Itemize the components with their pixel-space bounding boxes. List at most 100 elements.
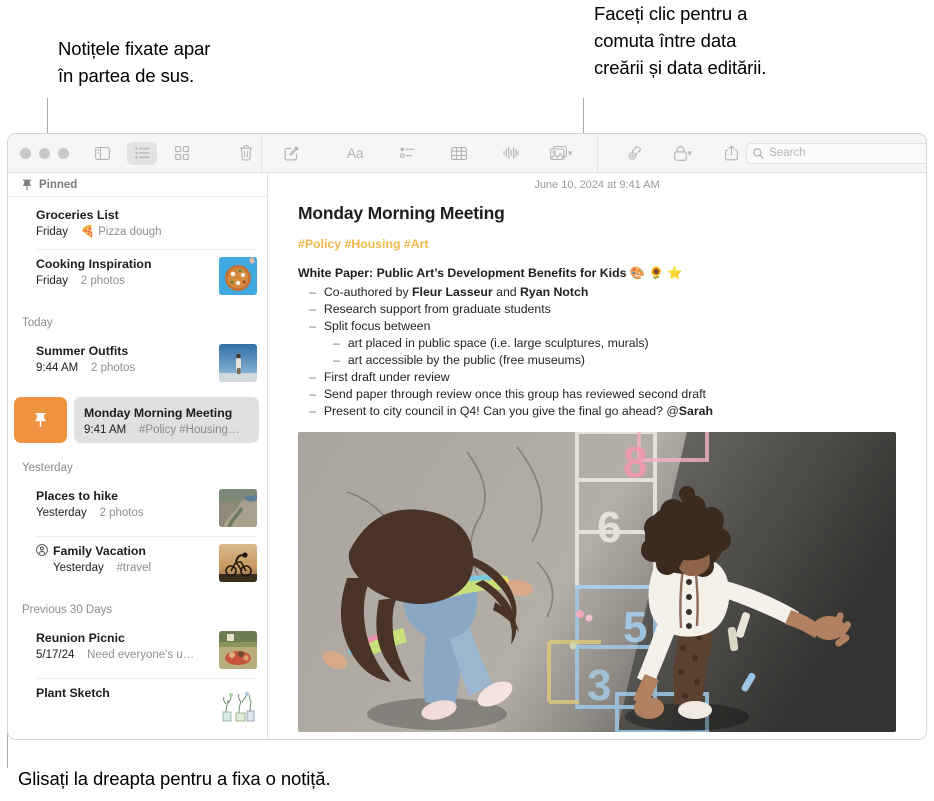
note-thumbnail [219, 686, 257, 724]
pin-swipe-action-button[interactable] [14, 397, 67, 443]
bullet-text: art placed in public space (i.e. large s… [347, 336, 649, 350]
note-subtitle: 5/17/24 Need everyone's u… [36, 647, 211, 663]
note-thumbnail [219, 344, 257, 382]
note-bullet: – First draft under review [298, 369, 896, 386]
callout-swipe-to-pin: Glisați la dreapta pentru a fixa o notiț… [18, 768, 331, 789]
notes-list-scroll[interactable]: Groceries List Friday 🍕 Pizza dough Cook… [8, 197, 267, 739]
format-text-icon[interactable]: Aa [340, 142, 370, 165]
bullet-text: Send paper through review once this grou… [323, 387, 706, 401]
link-icon[interactable] [620, 142, 650, 165]
list-item[interactable]: Cooking Inspiration Friday 2 photos [8, 249, 267, 304]
bullet-dash: – [309, 302, 316, 316]
toolbar-main-section: Aa ▾ ▾ Search [262, 134, 926, 173]
note-preview: #travel [116, 562, 152, 574]
note-thumbnail [219, 544, 257, 582]
svg-text:6: 6 [597, 503, 621, 552]
list-item[interactable]: Groceries List Friday 🍕 Pizza dough [8, 197, 267, 249]
close-button[interactable] [20, 147, 31, 159]
list-item[interactable]: Plant Sketch [8, 678, 267, 733]
selected-note-swipe-row[interactable]: Monday Morning Meeting 9:41 AM #Policy #… [8, 391, 267, 449]
svg-text:5: 5 [623, 603, 647, 652]
note-title: Monday Morning Meeting [84, 406, 233, 420]
bullet-dash: – [309, 404, 316, 418]
note-title: Plant Sketch [36, 686, 110, 700]
note-bullet: – art accessible by the public (free mus… [298, 352, 896, 369]
checklist-icon[interactable] [392, 142, 422, 165]
note-date: 9:44 AM [36, 362, 79, 374]
note-detail-panel: June 10, 2024 at 9:41 AM Monday Morning … [268, 173, 926, 739]
bullet-text: Split focus between [323, 319, 431, 333]
screenshot-root: Notițele fixate apar în partea de sus. F… [0, 0, 934, 801]
notes-app-window: Aa ▾ ▾ Search Pinned Groceries List Frid… [7, 133, 927, 740]
trash-icon[interactable] [231, 142, 261, 165]
note-title: Summer Outfits [36, 344, 129, 358]
bullet-dash: – [333, 353, 340, 367]
bullet-dash: – [309, 319, 316, 333]
note-date: Friday [36, 275, 68, 287]
bullet-text: First draft under review [323, 370, 450, 384]
maximize-button[interactable] [58, 147, 69, 159]
note-preview: 2 photos [99, 507, 144, 519]
bullet-text: Research support from graduate students [323, 302, 551, 316]
note-bullet: – Split focus between [298, 318, 896, 335]
svg-text:3: 3 [587, 661, 611, 710]
media-icon[interactable]: ▾ [548, 142, 575, 165]
chevron-down-icon[interactable]: ▾ [688, 148, 693, 159]
section-header-today: Today [22, 317, 53, 329]
pin-icon [35, 412, 46, 428]
note-content[interactable]: Monday Morning Meeting #Policy #Housing … [268, 197, 926, 739]
page-title: Monday Morning Meeting [298, 203, 505, 223]
shared-note-icon [36, 544, 48, 556]
note-preview: 2 photos [91, 362, 136, 374]
notes-list-panel: Pinned Groceries List Friday 🍕 Pizza dou… [8, 173, 268, 739]
note-preview: #Policy #Housing… [139, 424, 240, 436]
lock-icon[interactable]: ▾ [672, 142, 695, 165]
section-header-previous-30-days: Previous 30 Days [22, 604, 113, 616]
table-icon[interactable] [444, 142, 474, 165]
share-icon[interactable] [716, 142, 746, 165]
list-view-icon[interactable] [127, 141, 157, 165]
note-subtitle: Friday 🍕 Pizza dough [36, 224, 257, 240]
bullet-dash: – [309, 370, 316, 384]
note-date-header[interactable]: June 10, 2024 at 9:41 AM [268, 173, 926, 197]
pin-icon [23, 179, 31, 190]
toolbar-divider [596, 134, 598, 173]
chevron-down-icon[interactable]: ▾ [568, 148, 573, 159]
note-subtitle: 9:44 AM 2 photos [36, 360, 211, 376]
note-bullet: – Send paper through review once this gr… [298, 386, 896, 403]
list-item[interactable]: Family Vacation Yesterday #travel [8, 536, 267, 591]
pinned-label: Pinned [39, 178, 78, 191]
search-input[interactable]: Search [746, 142, 926, 164]
list-item[interactable]: Reunion Picnic 5/17/24 Need everyone's u… [8, 623, 267, 678]
list-item[interactable]: Places to hike Yesterday 2 photos [8, 481, 267, 536]
note-thumbnail [219, 489, 257, 527]
note-date: 9:41 AM [84, 424, 127, 436]
audio-waveform-icon[interactable] [496, 142, 526, 165]
list-item[interactable]: Summer Outfits 9:44 AM 2 photos [8, 336, 267, 391]
note-preview: 2 photos [80, 275, 125, 287]
note-tags[interactable]: #Policy #Housing #Art [298, 237, 896, 251]
list-item-selected[interactable]: Monday Morning Meeting 9:41 AM #Policy #… [74, 397, 259, 443]
sidebar-icon[interactable] [87, 142, 117, 165]
note-subtitle: Friday 2 photos [36, 273, 211, 289]
note-thumbnail [219, 257, 257, 295]
compose-icon[interactable] [276, 142, 306, 165]
pinned-section-header: Pinned [8, 173, 267, 197]
svg-text:8: 8 [623, 438, 647, 487]
note-subtitle: 9:41 AM #Policy #Housing… [84, 422, 249, 438]
note-date: Friday [36, 226, 68, 238]
note-bullet: – Present to city council in Q4! Can you… [298, 403, 896, 420]
note-bullet: – Research support from graduate student… [298, 301, 896, 318]
note-thumbnail [219, 631, 257, 669]
note-preview: 🍕 Pizza dough [80, 226, 162, 238]
note-subtitle: Yesterday #travel [53, 560, 211, 576]
minimize-button[interactable] [39, 147, 50, 159]
gallery-view-icon[interactable] [167, 142, 197, 165]
note-bullet: – art placed in public space (i.e. large… [298, 335, 896, 352]
bullet-dash: – [309, 387, 316, 401]
section-header-yesterday: Yesterday [22, 462, 73, 474]
window-body: Pinned Groceries List Friday 🍕 Pizza dou… [8, 173, 926, 739]
window-controls [20, 147, 69, 159]
toolbar-sidebar-section [8, 134, 262, 172]
note-photo[interactable]: 8 6 5 3 [298, 432, 896, 732]
